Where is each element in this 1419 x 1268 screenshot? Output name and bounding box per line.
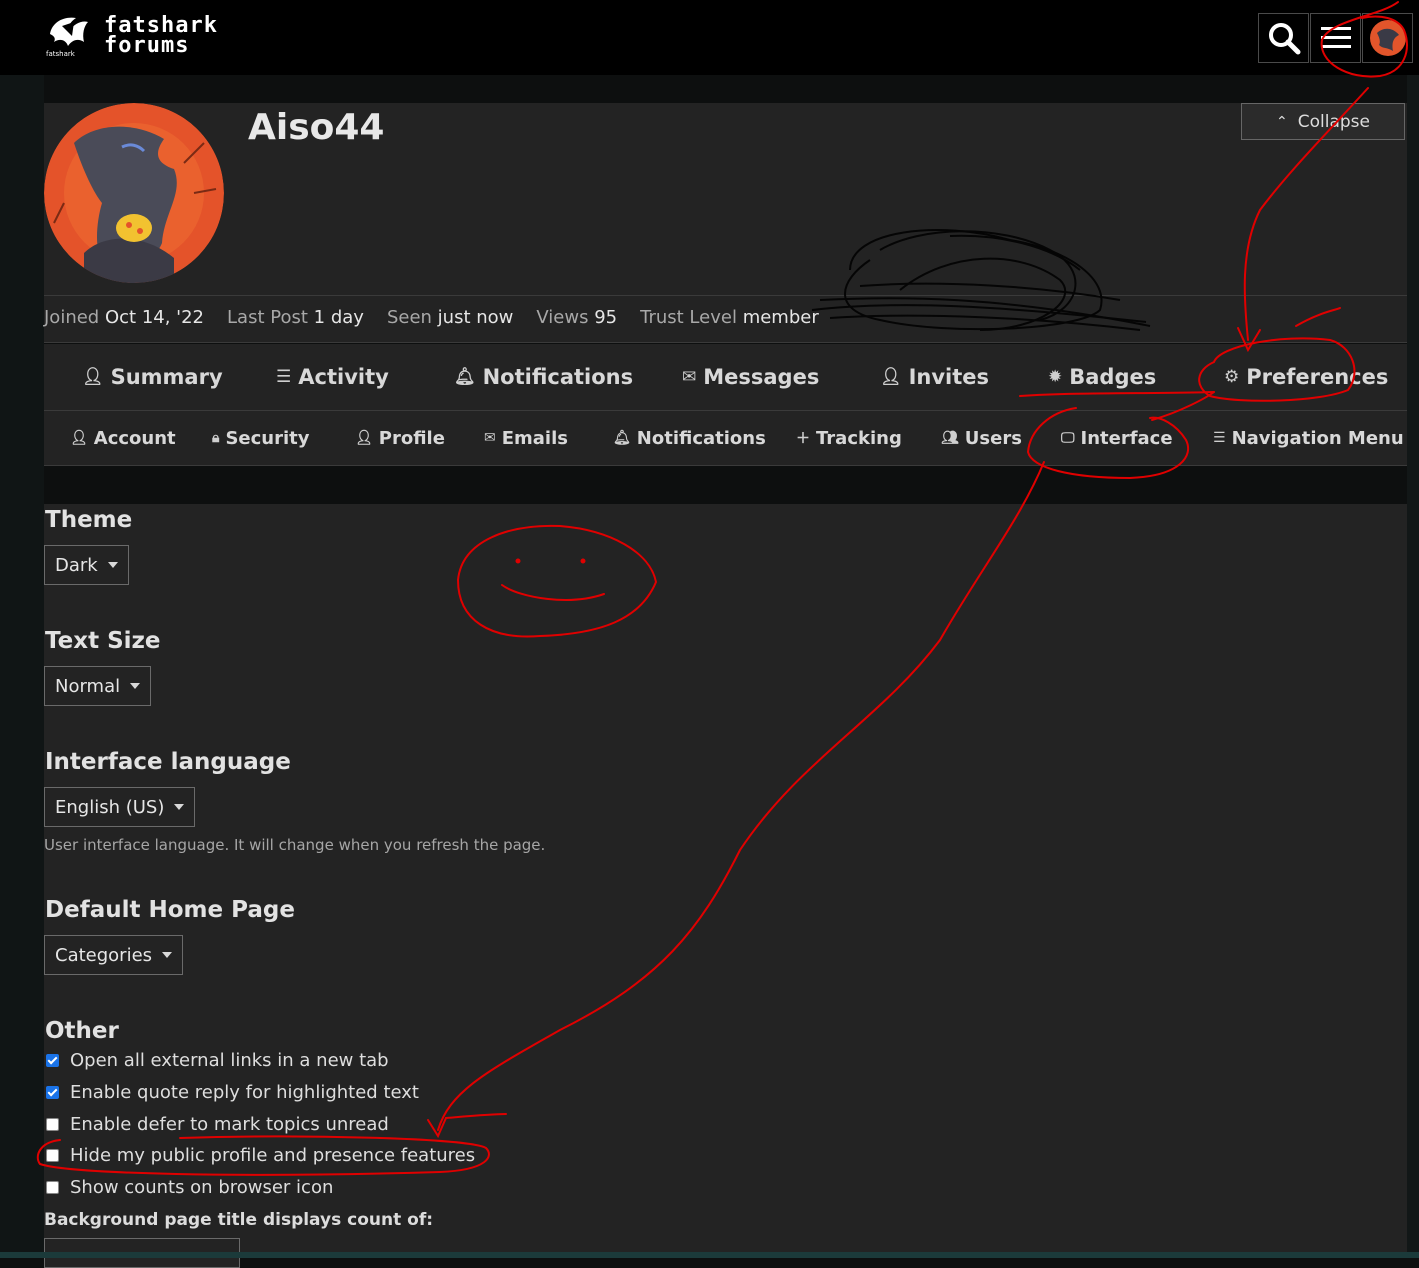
caret-down-icon [107,562,118,568]
subtab-interface[interactable]: 🖵︎ Interface [1061,411,1173,465]
tab-messages[interactable]: ✉ Messages [682,344,819,410]
stat-last-post[interactable]: Last Post 1 day [227,307,364,328]
caret-down-icon [130,683,141,689]
logo-text: fatshark forums [104,15,218,58]
collapse-button[interactable]: ⌃ Collapse [1241,103,1405,140]
user-menu-button[interactable] [1362,13,1413,63]
preferences-sub-nav: 👤︎ Account 🔒︎ Security 👤︎ Profile ✉ Emails 🔔… [44,411,1407,466]
desktop-icon: 🖵︎ [1061,430,1075,446]
user-icon: 👤︎ [355,430,373,446]
home-page-value: Categories [55,944,153,966]
right-background [1407,75,1419,1258]
menu-button[interactable] [1310,13,1361,63]
shark-logo-icon: fatshark [46,17,88,58]
bell-icon: 🔔︎ [613,430,631,446]
interface-preferences: Theme Dark Text Size Normal Interface la… [44,504,1407,1268]
gear-icon: ⚙ [1224,367,1240,387]
subtab-account[interactable]: 👤︎ Account [70,411,176,465]
stat-trust-level: Trust Level member [640,307,819,328]
caret-down-icon [174,804,185,810]
user-icon: 👤︎ [82,367,104,387]
user-icon: 👤︎ [70,430,88,446]
svg-text:fatshark: fatshark [46,50,76,58]
profile-stats: Joined Oct 14, '22 Last Post 1 day Seen … [44,307,842,328]
lock-icon: 🔒︎ [212,430,220,446]
option-defer-unread[interactable]: Enable defer to mark topics unread [46,1114,389,1135]
checkbox-unchecked[interactable] [46,1181,59,1194]
user-main-nav: 👤︎ Summary ☰ Activity 🔔︎ Notifications ✉ Mes… [44,344,1407,411]
language-select[interactable]: English (US) [44,787,196,827]
other-title: Other [45,1018,119,1044]
badge-icon: ✹ [1048,367,1063,387]
left-background [0,75,44,1258]
checkbox-unchecked[interactable] [46,1149,59,1162]
plus-icon: ＋ [796,431,810,447]
caret-down-icon [162,952,173,958]
stats-divider [44,295,1407,296]
search-icon [1268,23,1300,55]
stats-bottom-divider [44,342,1407,343]
home-page-title: Default Home Page [45,897,295,923]
tab-preferences[interactable]: ⚙ Preferences [1224,344,1388,410]
site-logo[interactable]: fatshark fatshark forums [44,14,218,59]
subtab-users[interactable]: 👥︎ Users [941,411,1022,465]
option-quote-reply[interactable]: Enable quote reply for highlighted text [46,1082,419,1103]
tab-activity[interactable]: ☰ Activity [276,344,389,410]
envelope-icon: ✉ [484,430,496,446]
language-value: English (US) [55,796,165,818]
subtab-profile[interactable]: 👤︎ Profile [355,411,445,465]
text-size-title: Text Size [45,628,161,654]
checkbox-checked[interactable] [46,1054,59,1067]
theme-select[interactable]: Dark [44,545,129,585]
tab-notifications[interactable]: 🔔︎ Notifications [454,344,633,410]
stat-joined: Joined Oct 14, '22 [44,307,205,328]
checkbox-checked[interactable] [46,1086,59,1099]
list-icon: ☰ [276,367,292,387]
text-size-value: Normal [55,675,121,697]
language-hint: User interface language. It will change … [44,836,546,854]
bottom-strip [0,1252,1419,1258]
site-header: fatshark fatshark forums [0,0,1419,75]
stat-seen: Seen just now [386,307,514,328]
search-button[interactable] [1258,13,1309,63]
stat-views: Views 95 [536,307,618,328]
language-title: Interface language [45,749,291,775]
subtab-tracking[interactable]: ＋ Tracking [796,411,902,465]
tab-invites[interactable]: 👤︎ Invites [880,344,989,410]
envelope-icon: ✉ [682,367,697,387]
subtab-notifications[interactable]: 🔔︎ Notifications [613,411,766,465]
option-browser-icon-counts[interactable]: Show counts on browser icon [46,1177,333,1198]
avatar-image [44,103,224,283]
subtab-navigation-menu[interactable]: ☰ Navigation Menu [1213,411,1404,465]
users-icon: 👥︎ [941,430,959,446]
tab-badges[interactable]: ✹ Badges [1048,344,1156,410]
profile-header: Aiso44 ⌃ Collapse Joined Oct 14, '22 Las… [44,103,1407,343]
text-size-select[interactable]: Normal [44,666,152,706]
subtab-emails[interactable]: ✉ Emails [484,411,568,465]
profile-username: Aiso44 [248,107,385,148]
chevron-up-icon: ⌃ [1276,113,1288,130]
collapse-label: Collapse [1297,111,1370,132]
hamburger-menu-icon [1320,27,1351,48]
user-avatar-icon [1369,20,1406,56]
header-icons [1258,13,1414,63]
profile-avatar[interactable] [44,103,224,283]
home-page-select[interactable]: Categories [44,935,184,975]
option-hide-profile[interactable]: Hide my public profile and presence feat… [46,1145,475,1166]
theme-title: Theme [45,507,133,533]
checkbox-unchecked[interactable] [46,1118,59,1131]
subtab-security[interactable]: 🔒︎ Security [212,411,310,465]
logo-line-2: forums [104,33,190,58]
user-plus-icon: 👤︎ [880,367,902,387]
bg-title-label: Background page title displays count of: [44,1210,434,1230]
list-icon: ☰ [1213,430,1226,446]
tab-summary[interactable]: 👤︎ Summary [82,344,223,410]
option-external-links[interactable]: Open all external links in a new tab [46,1050,389,1071]
theme-value: Dark [55,554,98,576]
bell-icon: 🔔︎ [454,367,476,387]
